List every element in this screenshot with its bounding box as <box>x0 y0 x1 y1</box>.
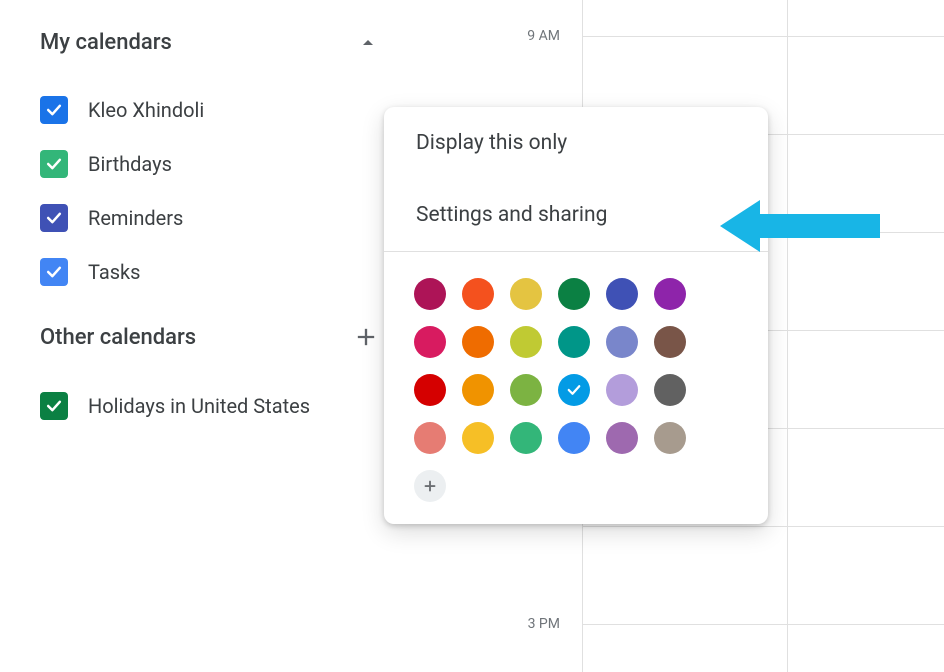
swatch-row <box>414 326 738 358</box>
calendar-label: Tasks <box>88 260 141 284</box>
other-calendars-title: Other calendars <box>40 325 196 350</box>
grid-hline <box>582 526 944 527</box>
grid-hline <box>582 36 944 37</box>
color-swatch[interactable] <box>654 374 686 406</box>
color-swatch[interactable] <box>414 374 446 406</box>
color-swatch[interactable] <box>558 422 590 454</box>
chevron-up-icon <box>356 31 380 55</box>
time-label-9am: 9 AM <box>527 28 560 44</box>
plus-icon[interactable] <box>352 323 380 351</box>
color-swatch[interactable] <box>510 422 542 454</box>
calendar-label: Birthdays <box>88 152 172 176</box>
swatch-row <box>414 422 738 454</box>
other-calendars-list: Holidays in United States <box>40 379 400 433</box>
calendar-item[interactable]: Reminders <box>40 191 400 245</box>
color-swatch[interactable] <box>558 278 590 310</box>
color-swatch[interactable] <box>462 278 494 310</box>
calendar-item[interactable]: Holidays in United States <box>40 379 400 433</box>
color-swatch[interactable] <box>414 278 446 310</box>
calendar-checkbox[interactable] <box>40 392 68 420</box>
calendar-item[interactable]: Birthdays <box>40 137 400 191</box>
annotation-arrow-icon <box>720 200 880 252</box>
display-only-menu-item[interactable]: Display this only <box>384 107 768 179</box>
color-swatch[interactable] <box>606 278 638 310</box>
color-swatch[interactable] <box>606 374 638 406</box>
my-calendars-list: Kleo Xhindoli Birthdays Reminders Tasks <box>40 83 400 299</box>
color-swatch[interactable] <box>510 326 542 358</box>
swatch-row <box>414 278 738 310</box>
color-swatch[interactable] <box>462 374 494 406</box>
color-swatch[interactable] <box>462 326 494 358</box>
calendar-checkbox[interactable] <box>40 204 68 232</box>
calendar-checkbox[interactable] <box>40 150 68 178</box>
my-calendars-title: My calendars <box>40 30 172 55</box>
color-swatch[interactable] <box>558 374 590 406</box>
calendar-item[interactable]: Tasks <box>40 245 400 299</box>
settings-sharing-menu-item[interactable]: Settings and sharing <box>384 179 768 251</box>
calendar-checkbox[interactable] <box>40 96 68 124</box>
color-swatch[interactable] <box>654 422 686 454</box>
color-swatch[interactable] <box>510 374 542 406</box>
calendar-label: Kleo Xhindoli <box>88 98 204 122</box>
other-calendars-header[interactable]: Other calendars <box>40 323 400 351</box>
calendar-label: Holidays in United States <box>88 394 310 418</box>
color-swatch[interactable] <box>654 326 686 358</box>
color-swatch[interactable] <box>414 326 446 358</box>
time-label-3pm: 3 PM <box>528 616 560 632</box>
color-swatch[interactable] <box>558 326 590 358</box>
calendar-sidebar: My calendars Kleo Xhindoli Birthdays Remin… <box>0 0 400 433</box>
color-swatch[interactable] <box>606 326 638 358</box>
calendar-options-popup: Display this only Settings and sharing <box>384 107 768 524</box>
color-swatch-grid <box>384 252 768 524</box>
swatch-row <box>414 374 738 406</box>
color-swatch[interactable] <box>462 422 494 454</box>
color-swatch[interactable] <box>510 278 542 310</box>
grid-vline <box>787 0 788 672</box>
color-swatch[interactable] <box>414 422 446 454</box>
color-swatch[interactable] <box>654 278 686 310</box>
calendar-item[interactable]: Kleo Xhindoli <box>40 83 400 137</box>
grid-hline <box>582 624 944 625</box>
calendar-checkbox[interactable] <box>40 258 68 286</box>
swatch-row <box>414 470 738 502</box>
calendar-label: Reminders <box>88 206 183 230</box>
my-calendars-header[interactable]: My calendars <box>40 30 400 55</box>
add-custom-color[interactable] <box>414 470 446 502</box>
color-swatch[interactable] <box>606 422 638 454</box>
